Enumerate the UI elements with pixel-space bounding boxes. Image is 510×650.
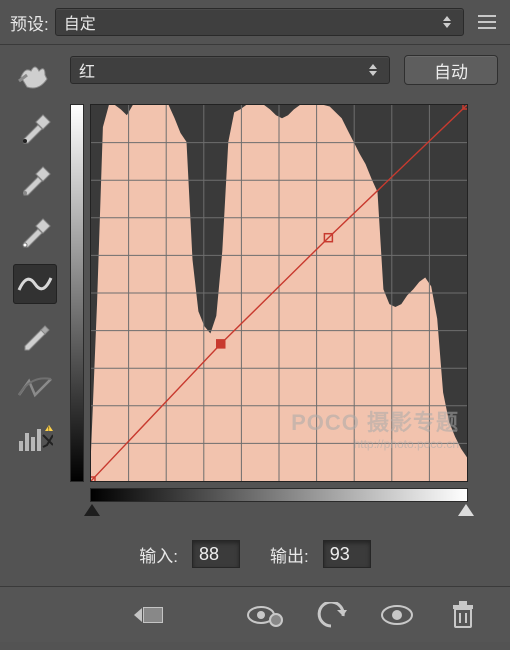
eyedropper-white-icon[interactable] <box>13 212 57 252</box>
hand-icon[interactable] <box>13 56 57 96</box>
input-gradient <box>90 488 468 502</box>
histogram-clip-icon[interactable]: ! <box>13 420 57 460</box>
preset-label: 预设: <box>10 10 49 35</box>
eye-icon[interactable] <box>378 596 416 634</box>
trash-icon[interactable] <box>444 596 482 634</box>
channel-select[interactable]: 红 <box>70 56 390 84</box>
channel-value: 红 <box>79 58 95 82</box>
output-field[interactable]: 93 <box>323 540 371 568</box>
input-field[interactable]: 88 <box>192 540 240 568</box>
eye-mask-icon[interactable] <box>246 596 284 634</box>
input-label: 输入: <box>139 542 178 567</box>
preset-select[interactable]: 自定 <box>55 8 464 36</box>
auto-button[interactable]: 自动 <box>404 55 498 85</box>
output-gradient <box>70 104 84 482</box>
footer-bar <box>0 586 510 642</box>
grid-thumb-icon[interactable] <box>130 596 168 634</box>
stepper-icon <box>365 59 381 81</box>
black-point-slider[interactable] <box>84 504 100 516</box>
channel-row: 红 自动 <box>0 45 510 95</box>
tool-column: ! <box>6 54 64 460</box>
pencil-mode-icon[interactable] <box>13 316 57 356</box>
stepper-icon <box>439 11 455 33</box>
preset-row: 预设: 自定 <box>0 4 510 45</box>
white-point-slider[interactable] <box>458 504 474 516</box>
smooth-icon[interactable] <box>13 368 57 408</box>
io-row: 输入: 88 输出: 93 <box>0 540 510 568</box>
eyedropper-black-icon[interactable] <box>13 108 57 148</box>
undo-icon[interactable] <box>312 596 350 634</box>
preset-value: 自定 <box>64 10 96 34</box>
panel-menu-icon[interactable] <box>474 10 500 34</box>
curves-panel: 预设: 自定 红 自动 <box>0 0 510 650</box>
curve-mode-icon[interactable] <box>13 264 57 304</box>
curve-plot[interactable]: POCO 摄影专题 http://photo.poco.cn <box>90 104 468 482</box>
output-label: 输出: <box>270 542 309 567</box>
eyedropper-gray-icon[interactable] <box>13 160 57 200</box>
